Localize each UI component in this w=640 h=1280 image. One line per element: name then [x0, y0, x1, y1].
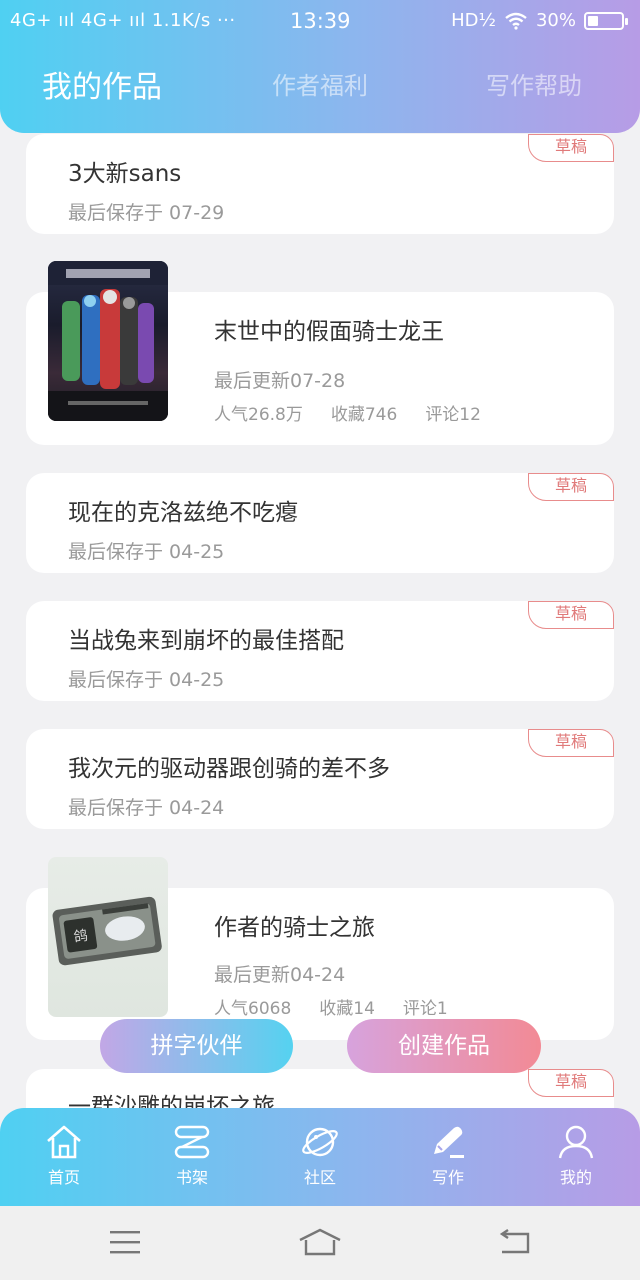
- header: 4G+ ııl 4G+ ııl 1.1K/s ··· 13:39 HD½ 30%…: [0, 0, 640, 133]
- tab-my-works[interactable]: 我的作品: [42, 62, 162, 106]
- work-saved-date: 最后保存于 07-29: [68, 202, 225, 224]
- nav-label: 我的: [559, 1168, 592, 1187]
- work-card-draft[interactable]: 草稿 我次元的驱动器跟创骑的差不多 最后保存于 04-24: [26, 729, 614, 829]
- work-card-draft[interactable]: 草稿 当战兔来到崩坏的最佳搭配 最后保存于 04-25: [26, 601, 614, 701]
- nav-label: 书架: [175, 1168, 208, 1187]
- nav-community[interactable]: 社区: [280, 1124, 360, 1188]
- home-icon: [47, 1125, 81, 1159]
- comments-count: 评论12: [425, 405, 481, 425]
- battery-percent: 30%: [535, 10, 576, 31]
- clock: 13:39: [290, 9, 351, 33]
- work-title: 当战兔来到崩坏的最佳搭配: [68, 628, 344, 654]
- wifi-icon: [505, 12, 527, 30]
- work-stats: 人气6068 收藏14 评论1: [214, 994, 448, 1019]
- book-cover-image[interactable]: 鸽: [48, 857, 168, 1017]
- create-work-button[interactable]: 创建作品: [347, 1019, 541, 1073]
- nav-write[interactable]: 写作: [408, 1124, 488, 1188]
- system-nav-bar: [0, 1206, 640, 1280]
- pen-icon: [434, 1126, 464, 1158]
- work-title: 现在的克洛兹绝不吃瘪: [68, 500, 298, 526]
- hd-indicator: HD½: [451, 10, 496, 31]
- planet-icon: [302, 1127, 338, 1157]
- work-card-draft[interactable]: 草稿 现在的克洛兹绝不吃瘪 最后保存于 04-25: [26, 473, 614, 573]
- work-saved-date: 最后保存于 04-24: [68, 797, 225, 819]
- draft-badge: 草稿: [528, 601, 614, 629]
- network-status: 4G+ ııl 4G+ ııl 1.1K/s ···: [10, 10, 236, 31]
- back-icon[interactable]: [498, 1228, 532, 1256]
- status-bar: 4G+ ııl 4G+ ııl 1.1K/s ··· 13:39 HD½ 30%: [0, 0, 640, 44]
- work-title: 3大新sans: [68, 161, 182, 187]
- work-updated-date: 最后更新07-28: [214, 370, 346, 392]
- status-right: HD½ 30%: [451, 10, 628, 31]
- nav-label: 写作: [431, 1168, 464, 1187]
- user-icon: [558, 1125, 594, 1159]
- system-home-icon[interactable]: [298, 1228, 342, 1256]
- draft-badge: 草稿: [528, 473, 614, 501]
- book-cover-image[interactable]: [48, 261, 168, 421]
- tab-author-benefits[interactable]: 作者福利: [272, 66, 368, 101]
- nav-label: 首页: [47, 1168, 80, 1187]
- svg-text:鸽: 鸽: [73, 927, 89, 946]
- bottom-nav: 首页 书架 社区 写作 我的: [0, 1108, 640, 1206]
- nav-home[interactable]: 首页: [24, 1124, 104, 1188]
- work-stats: 人气26.8万 收藏746 评论12: [214, 400, 481, 425]
- draft-badge: 草稿: [528, 134, 614, 162]
- nav-bookshelf[interactable]: 书架: [152, 1124, 232, 1188]
- nav-label: 社区: [303, 1168, 336, 1187]
- bookshelf-icon: [174, 1125, 210, 1159]
- works-list: 草稿 3大新sans 最后保存于 07-29 末世中的假面骑士龙王 最后更新07…: [0, 0, 640, 1280]
- work-title: 我次元的驱动器跟创骑的差不多: [68, 756, 390, 782]
- battery-icon: [584, 11, 628, 30]
- work-saved-date: 最后保存于 04-25: [68, 541, 225, 563]
- work-saved-date: 最后保存于 04-25: [68, 669, 225, 691]
- popularity-count: 人气26.8万: [214, 405, 303, 425]
- partner-button[interactable]: 拼字伙伴: [100, 1019, 293, 1073]
- work-title: 作者的骑士之旅: [214, 915, 375, 941]
- favorites-count: 收藏746: [330, 405, 398, 425]
- tab-writing-help[interactable]: 写作帮助: [486, 66, 582, 101]
- draft-badge: 草稿: [528, 1069, 614, 1097]
- comments-count: 评论1: [402, 999, 448, 1019]
- menu-icon[interactable]: [108, 1228, 142, 1256]
- favorites-count: 收藏14: [319, 999, 375, 1019]
- draft-badge: 草稿: [528, 729, 614, 757]
- work-card-draft[interactable]: 草稿 3大新sans 最后保存于 07-29: [26, 134, 614, 234]
- popularity-count: 人气6068: [214, 999, 292, 1019]
- top-tabs: 我的作品 作者福利 写作帮助: [0, 66, 640, 116]
- work-title: 末世中的假面骑士龙王: [214, 319, 444, 345]
- work-updated-date: 最后更新04-24: [214, 964, 346, 986]
- nav-profile[interactable]: 我的: [536, 1124, 616, 1188]
